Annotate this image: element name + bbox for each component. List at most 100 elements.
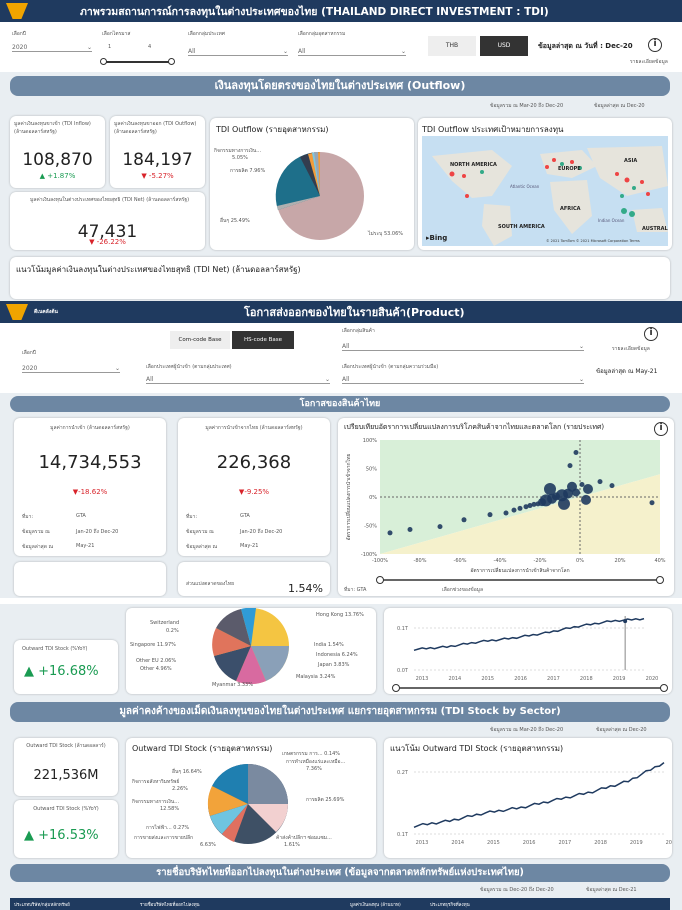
trend-x-tick: 2013 bbox=[416, 840, 429, 846]
import-range-key: ข้อมูลรวม ณ bbox=[22, 529, 50, 535]
inflow-card: มูลค่าเงินลงทุนขาเข้า (TDI Inflow) (ล้าน… bbox=[10, 116, 105, 188]
opportunity-banner: โอกาสของสินค้าไทย bbox=[10, 396, 670, 412]
map-label-atlantic: Atlantic Ocean bbox=[510, 184, 540, 189]
country-group-dropdown[interactable]: All ⌄ bbox=[188, 48, 288, 56]
country-trend-card: 0.1T 0.0T 2013 2014 2015 2016 2017 2018 2019 2020 bbox=[384, 608, 672, 694]
product-group-dropdown[interactable]: All ⌄ bbox=[342, 343, 584, 351]
pie-label-finance: กิจกรรมทางการเงิน... bbox=[214, 148, 262, 154]
scatter-x-tick: 0% bbox=[576, 558, 584, 564]
bing-logo: ▸Bing bbox=[426, 234, 448, 242]
product-details-link[interactable]: รายละเอียดข้อมูล bbox=[612, 345, 650, 353]
scatter-x-tick: 40% bbox=[654, 558, 665, 564]
thb-button[interactable]: THB bbox=[428, 36, 476, 56]
scatter-point bbox=[579, 481, 585, 487]
pie-label-switzerland: Switzerland bbox=[150, 620, 180, 626]
latest-data-label: ข้อมูลล่าสุด ณ วันที่ : Dec-20 bbox=[538, 42, 633, 50]
outflow-data-latest: ข้อมูลล่าสุด ณ Dec-20 bbox=[594, 103, 645, 109]
map-copyright: © 2021 TomTom © 2021 Microsoft Corporati… bbox=[546, 239, 640, 243]
importer-dropdown[interactable]: All ⌄ bbox=[146, 376, 330, 384]
sector-label-agri: เกษตรกรรม การ... 0.14% bbox=[282, 751, 341, 757]
net-card: มูลค่าเงินลงทุนในต่างประเทศของไทยสุทธิ (… bbox=[10, 192, 205, 250]
import-label: มูลค่าการนำเข้า (ล้านดอลลาร์สหรัฐ) bbox=[50, 425, 130, 431]
thai-source-value: GTA bbox=[240, 513, 250, 519]
net-trend-title: แนวโน้มมูลค่าเงินลงทุนในต่างประเทศของไทย… bbox=[16, 265, 301, 274]
outflow-value: 184,197 bbox=[122, 150, 193, 170]
column-header-company[interactable]: รายชื่อบริษัทไทยที่ออกไปลงทุน bbox=[140, 901, 350, 908]
year-dropdown[interactable]: 2020 ⌄ bbox=[12, 44, 92, 52]
quarter-max: 4 bbox=[148, 44, 152, 50]
scatter-point bbox=[583, 484, 593, 495]
stock-yoy-card-top: Outward TDI Stock (%YoY) ▲ +16.68% bbox=[14, 640, 118, 694]
map-label-na: NORTH AMERICA bbox=[450, 162, 497, 168]
quarter-slider[interactable] bbox=[102, 61, 172, 63]
stock-sector-banner: มูลค่าคงค้างของเม็ดเงินลงทุนของไทยในต่าง… bbox=[10, 702, 670, 722]
thai-latest-key: ข้อมูลล่าสุด ณ bbox=[186, 544, 218, 550]
scatter-x-tick: 20% bbox=[614, 558, 625, 564]
world-map[interactable] bbox=[422, 136, 668, 246]
trend-y-tick: 0.0T bbox=[397, 668, 409, 674]
home-link[interactable]: ดีเนคลังต้น bbox=[34, 308, 124, 316]
outflow-change: ▼ -5.27% bbox=[141, 172, 174, 180]
scatter-point bbox=[461, 517, 467, 523]
scatter-x-tick: -100% bbox=[372, 558, 388, 564]
usd-button[interactable]: USD bbox=[480, 36, 528, 56]
quarter-slider-handle-min[interactable] bbox=[100, 58, 107, 65]
scatter-point bbox=[437, 524, 443, 530]
column-header-type[interactable]: ประเภทบริษัท/กลุ่มหลักทรัพย์ bbox=[10, 901, 140, 908]
pie-label-japan: Japan 3.83% bbox=[318, 662, 350, 668]
scatter-point bbox=[649, 500, 655, 506]
trend-x-tick: 2016 bbox=[514, 676, 527, 682]
thai-range-key: ข้อมูลรวม ณ bbox=[186, 529, 214, 535]
sector-label-other: อื่นๆ 16.64% bbox=[172, 769, 202, 775]
companies-banner: รายชื่อบริษัทไทยที่ออกไปลงทุนในต่างประเท… bbox=[10, 864, 670, 882]
import-range-value: Jan-20 ถึง Dec-20 bbox=[76, 529, 119, 535]
trend-y-tick: 0.1T bbox=[397, 626, 409, 632]
stock-data-range: ข้อมูลรวม ณ Mar-20 ถึง Dec-20 bbox=[490, 727, 564, 733]
trend-x-tick: 2016 bbox=[523, 840, 536, 846]
product-info-icon[interactable]: i bbox=[644, 327, 658, 341]
product-year-dropdown[interactable]: 2020 ⌄ bbox=[22, 365, 120, 373]
column-header-value[interactable]: มูลค่าเงินลงทุน (ล้านบาท) bbox=[350, 901, 430, 908]
thai-latest-value: May-21 bbox=[240, 543, 259, 549]
pie-label-unknown: ไม่ระบุ 53.06% bbox=[368, 231, 404, 237]
hs-code-button[interactable]: HS-code Base bbox=[232, 331, 294, 349]
sector-dropdown[interactable]: All ⌄ bbox=[298, 48, 406, 56]
details-link[interactable]: รายละเอียดข้อมูล bbox=[630, 58, 668, 66]
trend-x-tick: 2020 bbox=[666, 840, 672, 846]
scatter-point bbox=[581, 494, 591, 505]
inflow-change: ▲ +1.87% bbox=[39, 172, 76, 180]
scatter-point bbox=[487, 512, 493, 518]
thai-import-card: มูลค่าการนำเข้าจากไทย (ล้านดอลลาร์สหรัฐ)… bbox=[178, 418, 330, 556]
sector-trend-card: แนวโน้ม Outward TDI Stock (รายอุตสาหกรรม… bbox=[384, 738, 672, 858]
trend-line bbox=[413, 617, 645, 652]
com-code-button[interactable]: Com-code Base bbox=[170, 331, 230, 349]
trend-x-tick: 2013 bbox=[416, 676, 429, 682]
sector-pie-card: Outward TDI Stock (รายอุตสาหกรรม) เกษตรก… bbox=[126, 738, 376, 858]
share-card-left bbox=[14, 562, 166, 596]
scatter-point bbox=[558, 497, 570, 510]
column-header-business[interactable]: ประเภทธุรกิจที่ลงทุน bbox=[430, 901, 530, 908]
pie-label-indonesia: Indonesia 6.24% bbox=[316, 652, 358, 658]
importer2-dropdown[interactable]: All ⌄ bbox=[342, 376, 584, 384]
trend-x-tick: 2015 bbox=[487, 840, 500, 846]
country-trend-chart: 0.1T 0.0T 2013 2014 2015 2016 2017 2018 2019 2020 bbox=[392, 616, 668, 692]
year-filter-label: เลือกปี bbox=[12, 31, 26, 37]
stock-data-latest: ข้อมูลล่าสุด ณ Dec-20 bbox=[596, 727, 647, 733]
stock-yoy-value-top: ▲ +16.68% bbox=[24, 664, 99, 679]
trend-x-tick: 2017 bbox=[547, 676, 560, 682]
pie-label-myanmar: Myanmar 3.33% bbox=[212, 682, 253, 688]
import-change: ▼-18.62% bbox=[72, 488, 108, 496]
logo-icon bbox=[6, 3, 28, 19]
map-title: TDI Outflow ประเทศเป้าหมายการลงทุน bbox=[422, 125, 564, 134]
info-icon[interactable]: i bbox=[648, 38, 662, 52]
pie-label-finance-pct: 5.05% bbox=[232, 155, 248, 161]
dashboard-collage: ภาพรวมสถานการณ์การลงทุนในต่างประเทศของไท… bbox=[0, 0, 682, 910]
import-card: มูลค่าการนำเข้า (ล้านดอลลาร์สหรัฐ) 14,73… bbox=[14, 418, 166, 556]
scatter-x-label: อัตราการเปลี่ยนแปลงการนำเข้าสินค้าจากโลก bbox=[470, 567, 569, 574]
share-card: ส่วนแบ่งตลาดของไทย 1.54% bbox=[178, 562, 330, 596]
scatter-source: ที่มา: GTA bbox=[344, 587, 367, 593]
pie-label-singapore: Singapore 11.97% bbox=[130, 642, 176, 648]
quarter-slider-handle-max[interactable] bbox=[168, 58, 175, 65]
import-latest-key: ข้อมูลล่าสุด ณ bbox=[22, 544, 54, 550]
thai-import-label: มูลค่าการนำเข้าจากไทย (ล้านดอลลาร์สหรัฐ) bbox=[205, 425, 303, 431]
